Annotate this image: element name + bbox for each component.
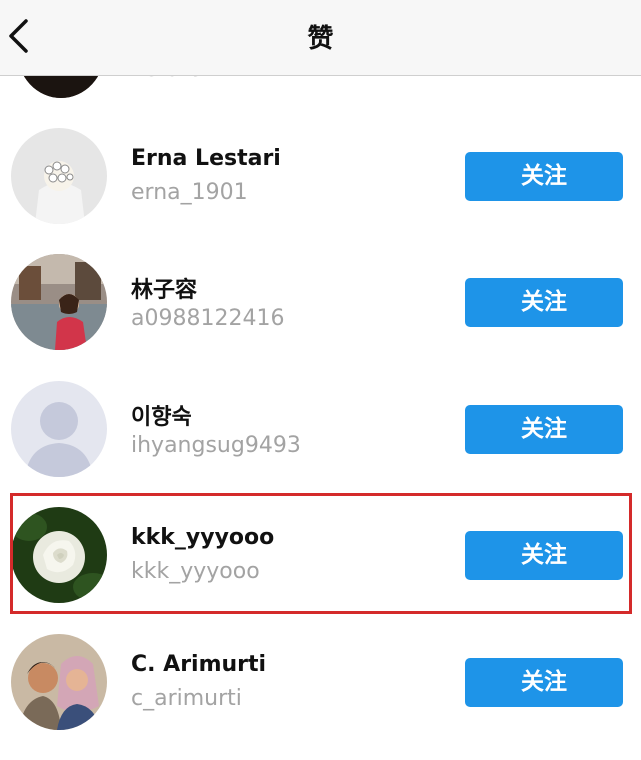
display-name[interactable]: 林子容 [131, 272, 197, 304]
follow-button[interactable]: 关注 [465, 152, 623, 201]
list-item: Erna Lestari erna_1901 关注 [0, 128, 641, 254]
navigation-bar: 赞 [0, 0, 641, 76]
list-item: C. Arimurti c_arimurti 关注 [0, 634, 641, 760]
username-text: erna_1901 [131, 180, 248, 205]
page-title: 赞 [307, 24, 334, 54]
username-text: c_arimurti [131, 686, 242, 711]
avatar[interactable] [11, 128, 107, 224]
username-text: a0988122416 [131, 306, 285, 331]
avatar[interactable] [11, 381, 107, 477]
display-name[interactable]: 이향숙 [131, 399, 192, 431]
likes-list: verarch Erna Lestari erna_1901 关注 [0, 0, 641, 744]
display-name[interactable]: C. Arimurti [131, 652, 266, 677]
display-name[interactable]: Erna Lestari [131, 146, 281, 171]
follow-button[interactable]: 关注 [465, 278, 623, 327]
list-item: 이향숙 ihyangsug9493 关注 [0, 381, 641, 507]
avatar[interactable] [11, 634, 107, 730]
follow-button[interactable]: 关注 [465, 658, 623, 707]
highlight-box [10, 493, 632, 614]
username-text: ihyangsug9493 [131, 433, 301, 458]
list-item: 林子容 a0988122416 关注 [0, 254, 641, 380]
avatar[interactable] [11, 254, 107, 350]
follow-button[interactable]: 关注 [465, 405, 623, 454]
